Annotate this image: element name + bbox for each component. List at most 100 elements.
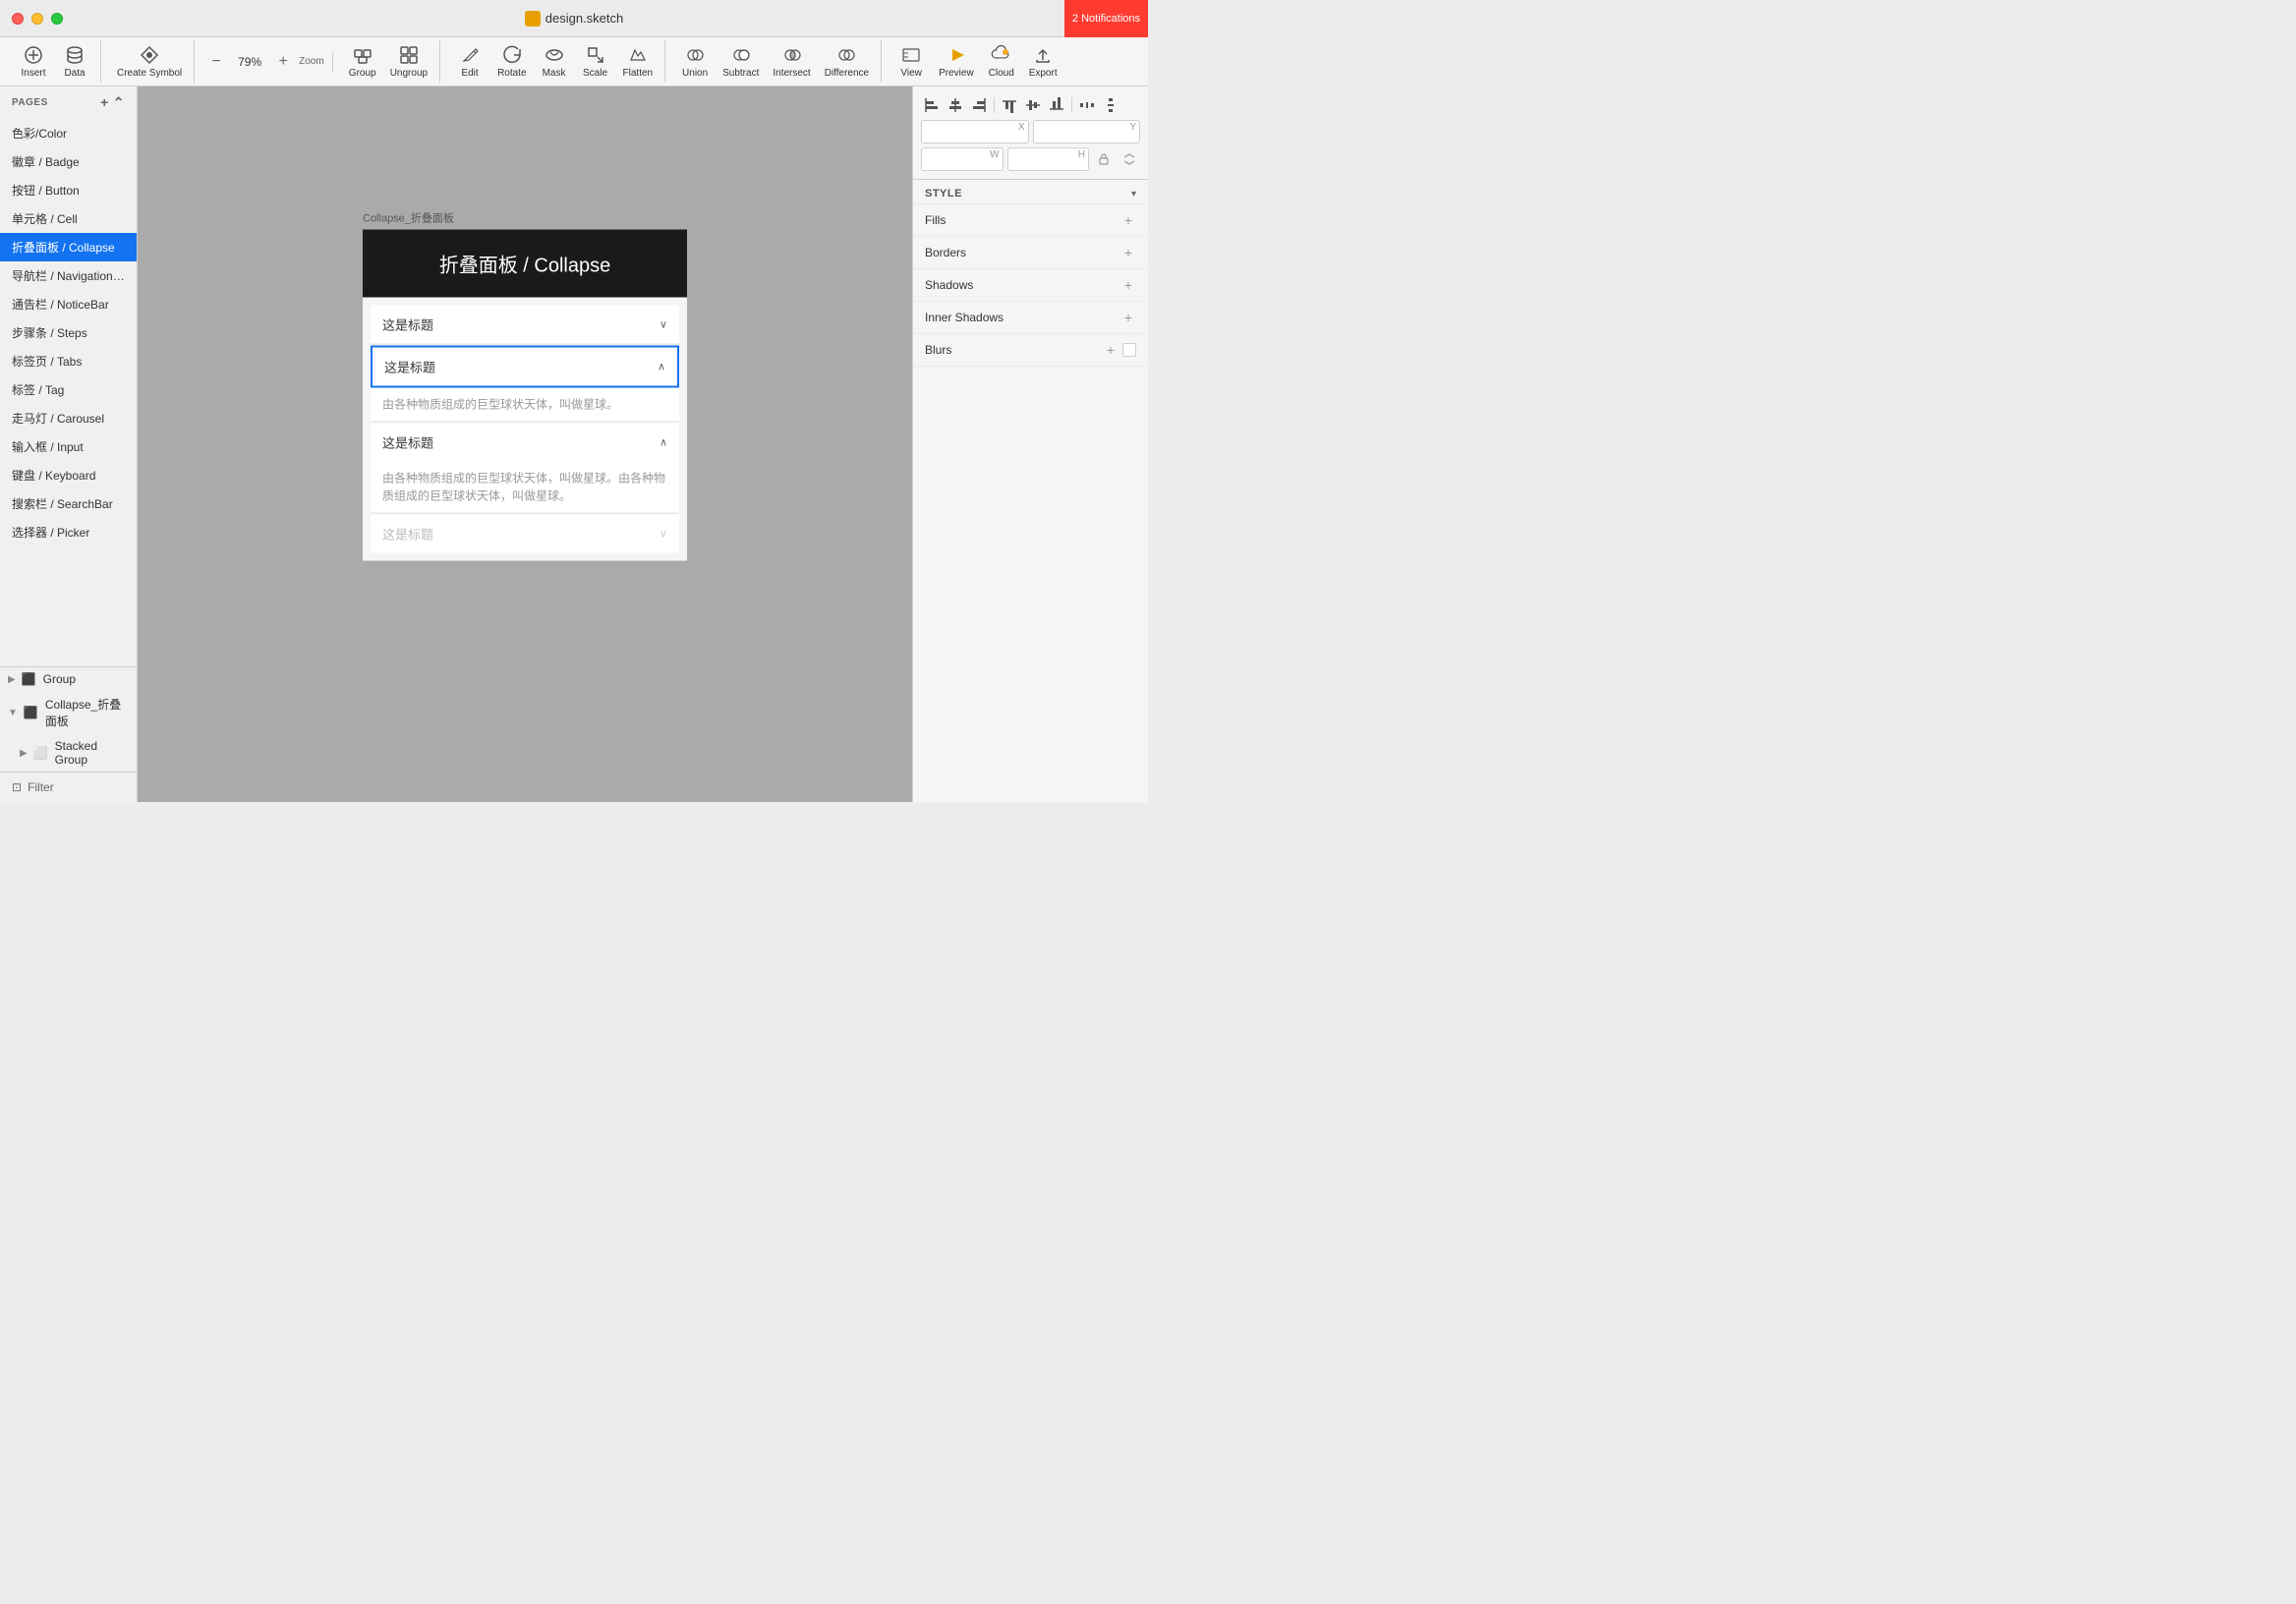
edit-button[interactable]: Edit: [450, 40, 489, 83]
align-center-v-button[interactable]: [1022, 94, 1044, 116]
add-page-button[interactable]: +: [100, 94, 109, 111]
ungroup-button[interactable]: Ungroup: [384, 40, 433, 83]
page-item-steps[interactable]: 步骤条 / Steps: [0, 318, 137, 347]
subtract-button[interactable]: Subtract: [717, 40, 765, 83]
rotate-button[interactable]: Rotate: [491, 40, 532, 83]
mask-button[interactable]: Mask: [535, 40, 574, 83]
align-bottom-button[interactable]: [1046, 94, 1067, 116]
close-button[interactable]: [12, 13, 24, 25]
maximize-button[interactable]: [51, 13, 63, 25]
x-input[interactable]: [921, 120, 1029, 143]
layer-group-label: Group: [43, 672, 76, 686]
h-label: H: [1078, 149, 1085, 160]
collapse-item-2[interactable]: 这是标题 ∧ 由各种物质组成的巨型球状天体，叫做星球。: [371, 346, 679, 423]
collapse-header-1[interactable]: 这是标题 ∨: [371, 306, 679, 344]
layer-group[interactable]: ▶ ⬛ Group: [0, 667, 137, 691]
shadows-header[interactable]: Shadows +: [925, 277, 1136, 293]
view-button[interactable]: View: [891, 40, 931, 83]
blurs-actions: +: [1103, 342, 1136, 358]
shadows-add-button[interactable]: +: [1120, 277, 1136, 293]
data-button[interactable]: Data: [55, 40, 94, 83]
collapse-header-3[interactable]: 这是标题 ∧: [371, 424, 679, 462]
page-item-navbar[interactable]: 导航栏 / NavigationBar: [0, 261, 137, 290]
style-header-row: STYLE ▾: [913, 180, 1148, 204]
page-item-cell[interactable]: 单元格 / Cell: [0, 204, 137, 233]
inner-shadows-header[interactable]: Inner Shadows +: [925, 310, 1136, 325]
collapse-header-2[interactable]: 这是标题 ∧: [371, 346, 679, 388]
align-center-h-button[interactable]: [945, 94, 966, 116]
preview-label: Preview: [939, 68, 974, 79]
inner-shadows-label: Inner Shadows: [925, 311, 1004, 324]
borders-section: Borders +: [913, 237, 1148, 269]
align-top-button[interactable]: [999, 94, 1020, 116]
fills-section: Fills +: [913, 204, 1148, 237]
cloud-button[interactable]: Cloud: [982, 40, 1021, 83]
preview-button[interactable]: Preview: [933, 40, 980, 83]
union-button[interactable]: Union: [675, 40, 715, 83]
borders-add-button[interactable]: +: [1120, 245, 1136, 260]
insert-button[interactable]: Insert: [14, 40, 53, 83]
page-item-picker[interactable]: 选择器 / Picker: [0, 518, 137, 546]
create-symbol-button[interactable]: Create Symbol: [111, 40, 188, 83]
fills-add-button[interactable]: +: [1120, 212, 1136, 228]
page-item-badge[interactable]: 徽章 / Badge: [0, 147, 137, 176]
difference-button[interactable]: Difference: [819, 40, 875, 83]
filter-footer[interactable]: ⊡ Filter: [0, 772, 137, 802]
borders-header[interactable]: Borders +: [925, 245, 1136, 260]
canvas[interactable]: Collapse_折叠面板 折叠面板 / Collapse 这是标题 ∨: [138, 86, 912, 802]
page-item-tabs[interactable]: 标签页 / Tabs: [0, 347, 137, 375]
layer-collapse[interactable]: ▼ ⬛ Collapse_折叠面板: [0, 691, 137, 734]
page-item-searchbar[interactable]: 搜索栏 / SearchBar: [0, 489, 137, 518]
align-left-button[interactable]: [921, 94, 943, 116]
fills-header[interactable]: Fills +: [925, 212, 1136, 228]
collapse-pages-button[interactable]: ⌃: [113, 94, 125, 111]
rotate-label: Rotate: [497, 68, 526, 79]
zoom-in-button[interactable]: +: [273, 52, 293, 72]
blurs-add-button[interactable]: +: [1103, 342, 1119, 358]
difference-label: Difference: [825, 68, 869, 79]
minimize-button[interactable]: [31, 13, 43, 25]
page-item-color[interactable]: 色彩/Color: [0, 119, 137, 147]
w-field: W: [921, 147, 1004, 171]
h-input[interactable]: [1007, 147, 1090, 171]
align-right-button[interactable]: [968, 94, 990, 116]
fills-label: Fills: [925, 213, 946, 227]
lock-ratio-button[interactable]: [1093, 148, 1115, 170]
zoom-label: Zoom: [299, 56, 324, 67]
page-item-keyboard[interactable]: 键盘 / Keyboard: [0, 461, 137, 489]
layer-stacked-group[interactable]: ▶ ⬜ Stacked Group: [0, 734, 137, 772]
page-item-noticebar[interactable]: 通告栏 / NoticeBar: [0, 290, 137, 318]
edit-tools-group: Edit Rotate Mask Scale Flatten: [444, 40, 665, 83]
flatten-label: Flatten: [623, 68, 654, 79]
y-input[interactable]: [1033, 120, 1141, 143]
page-item-carousel[interactable]: 走马灯 / Carousel: [0, 404, 137, 432]
distribute-h-button[interactable]: [1076, 94, 1098, 116]
intersect-button[interactable]: Intersect: [767, 40, 816, 83]
page-item-input[interactable]: 输入框 / Input: [0, 432, 137, 461]
inner-shadows-add-button[interactable]: +: [1120, 310, 1136, 325]
notifications-badge[interactable]: 2 Notifications: [1064, 0, 1148, 37]
blurs-section: Blurs +: [913, 334, 1148, 367]
group-button[interactable]: Group: [343, 40, 382, 83]
stacked-expand-icon: ▶: [20, 748, 28, 759]
scale-button[interactable]: Scale: [576, 40, 615, 83]
flip-button[interactable]: [1119, 148, 1140, 170]
style-dropdown-arrow[interactable]: ▾: [1131, 189, 1136, 200]
zoom-out-button[interactable]: −: [206, 52, 226, 72]
export-button[interactable]: Export: [1023, 40, 1063, 83]
distribute-v-button[interactable]: [1100, 94, 1121, 116]
create-symbol-group: Create Symbol: [105, 40, 195, 83]
page-item-button[interactable]: 按钮 / Button: [0, 176, 137, 204]
page-item-collapse[interactable]: 折叠面板 / Collapse: [0, 233, 137, 261]
flatten-button[interactable]: Flatten: [617, 40, 660, 83]
app-icon: [525, 11, 541, 27]
blurs-checkbox[interactable]: [1122, 343, 1136, 357]
create-symbol-label: Create Symbol: [117, 68, 182, 79]
zoom-value: 79%: [230, 55, 269, 69]
shadows-label: Shadows: [925, 278, 973, 292]
page-item-tag[interactable]: 标签 / Tag: [0, 375, 137, 404]
collapse-item-3[interactable]: 这是标题 ∧ 由各种物质组成的巨型球状天体，叫做星球。由各种物质组成的巨型球状天…: [371, 424, 679, 514]
titlebar: design.sketch 2 Notifications: [0, 0, 1148, 37]
collapse-arrow-1: ∨: [660, 318, 667, 331]
collapse-item-1[interactable]: 这是标题 ∨: [371, 306, 679, 345]
